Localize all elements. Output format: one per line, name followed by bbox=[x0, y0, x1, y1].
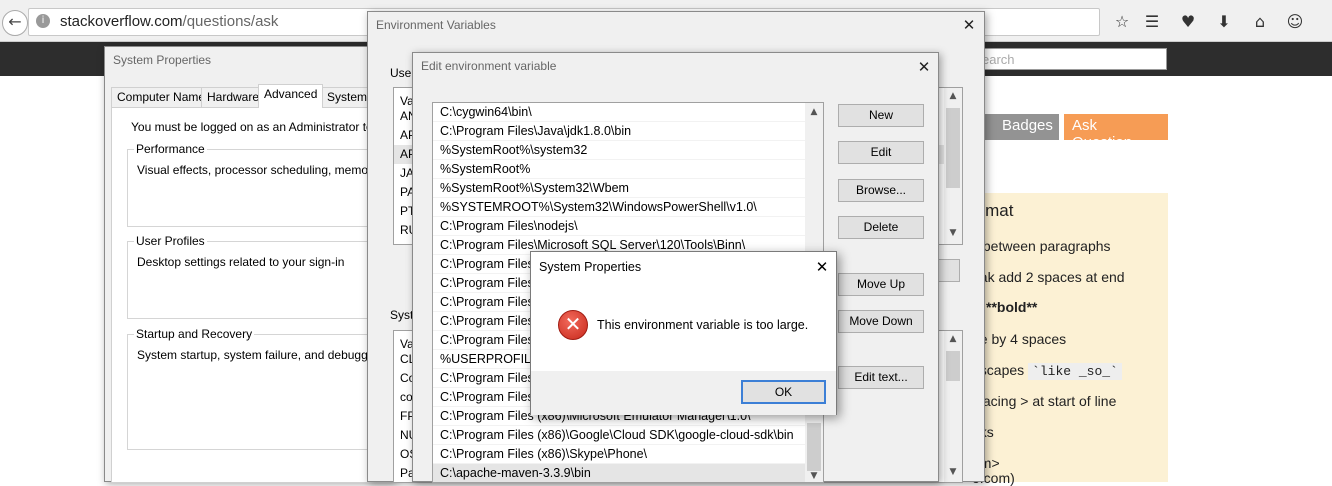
site-info-icon[interactable]: i bbox=[36, 14, 50, 28]
scroll-down-icon[interactable]: ▼ bbox=[945, 228, 961, 238]
scrollbar[interactable]: ▲ ▼ bbox=[944, 88, 962, 244]
help-line: **bold** bbox=[986, 299, 1038, 315]
error-message: This environment variable is too large. bbox=[597, 318, 809, 332]
list-item[interactable]: %SystemRoot%\system32 bbox=[433, 141, 823, 160]
error-icon: ✕ bbox=[558, 310, 588, 340]
account-icon[interactable]: ☺ bbox=[1285, 12, 1305, 32]
close-icon[interactable]: ✕ bbox=[913, 57, 935, 77]
performance-group: Performance Visual effects, processor sc… bbox=[127, 142, 407, 227]
move-up-button[interactable]: Move Up bbox=[838, 273, 924, 296]
home-icon[interactable]: ⌂ bbox=[1250, 12, 1270, 32]
help-line: de by 4 spaces bbox=[972, 331, 1067, 347]
dialog-title: System Properties bbox=[539, 260, 642, 274]
scroll-up-icon[interactable]: ▲ bbox=[806, 107, 822, 117]
list-item[interactable]: %SystemRoot% bbox=[433, 160, 823, 179]
url-host: stackoverflow.com bbox=[60, 13, 183, 30]
user-button-partial[interactable] bbox=[938, 259, 960, 282]
browse-button[interactable]: Browse... bbox=[838, 179, 924, 202]
scroll-thumb[interactable] bbox=[946, 351, 960, 381]
scroll-down-icon[interactable]: ▼ bbox=[806, 471, 822, 481]
list-item[interactable]: C:\Program Files (x86)\Google\Cloud SDK\… bbox=[433, 426, 823, 445]
group-title: User Profiles bbox=[134, 234, 207, 248]
advanced-tab-panel: You must be logged on as an Administrato… bbox=[111, 107, 407, 483]
move-down-button[interactable]: Move Down bbox=[838, 310, 924, 333]
download-icon[interactable]: ⬇ bbox=[1214, 12, 1234, 32]
url-text: stackoverflow.com/questions/ask bbox=[60, 13, 278, 30]
new-button[interactable]: New bbox=[838, 104, 924, 127]
code-sample: `like _so_` bbox=[1028, 363, 1122, 380]
scrollbar[interactable]: ▲ ▼ bbox=[944, 331, 962, 482]
ask-question-button[interactable]: Ask Question bbox=[1064, 114, 1168, 151]
scroll-down-icon[interactable]: ▼ bbox=[945, 467, 961, 477]
tab-hardware[interactable]: Hardware bbox=[201, 87, 266, 108]
startup-recovery-group: Startup and Recovery System startup, sys… bbox=[127, 327, 406, 450]
pocket-icon[interactable]: ♥ bbox=[1178, 12, 1198, 32]
window-title: Edit environment variable bbox=[421, 59, 557, 73]
bookmark-star-icon[interactable]: ☆ bbox=[1112, 12, 1132, 32]
list-item[interactable]: C:\Program Files\Java\jdk1.8.0\bin bbox=[433, 122, 823, 141]
admin-note: You must be logged on as an Administrato… bbox=[131, 120, 406, 134]
user-profiles-group: User Profiles Desktop settings related t… bbox=[127, 234, 397, 319]
close-icon[interactable]: ✕ bbox=[958, 15, 980, 35]
help-line: escapes `like _so_` bbox=[972, 362, 1122, 380]
list-item[interactable]: %SYSTEMROOT%\System32\WindowsPowerShell\… bbox=[433, 198, 823, 217]
badges-button[interactable]: Badges bbox=[994, 114, 1059, 140]
edit-button[interactable]: Edit bbox=[838, 141, 924, 164]
ok-button[interactable]: OK bbox=[741, 380, 826, 404]
window-title: Environment Variables bbox=[376, 18, 496, 32]
list-item[interactable]: C:\Program Files\nodejs\ bbox=[433, 217, 823, 236]
help-line: eak add 2 spaces at end bbox=[972, 269, 1125, 285]
close-icon[interactable]: ✕ bbox=[812, 257, 832, 277]
list-item[interactable]: C:\cygwin64\bin\ bbox=[433, 103, 823, 122]
tab-computer-name[interactable]: Computer Name bbox=[111, 87, 212, 108]
tab-advanced[interactable]: Advanced bbox=[258, 84, 324, 108]
scroll-up-icon[interactable]: ▲ bbox=[945, 91, 961, 101]
help-line: s between paragraphs bbox=[972, 238, 1111, 254]
group-title: Startup and Recovery bbox=[134, 327, 255, 341]
help-line: placing > at start of line bbox=[972, 393, 1117, 409]
system-properties-window: System Properties Computer Name Hardware… bbox=[104, 46, 407, 483]
window-title: System Properties bbox=[113, 53, 212, 67]
scroll-up-icon[interactable]: ▲ bbox=[945, 334, 961, 344]
error-dialog: System Properties ✕ ✕ This environment v… bbox=[530, 251, 837, 415]
back-arrow-icon[interactable]: ← bbox=[2, 10, 28, 36]
list-item-selected[interactable]: C:\apache-maven-3.3.9\bin bbox=[433, 464, 823, 482]
scroll-thumb[interactable] bbox=[807, 423, 821, 471]
scroll-thumb[interactable] bbox=[946, 108, 960, 188]
group-desc: Desktop settings related to your sign-in bbox=[137, 255, 345, 269]
list-item[interactable]: C:\Program Files (x86)\Skype\Phone\ bbox=[433, 445, 823, 464]
delete-button[interactable]: Delete bbox=[838, 216, 924, 239]
list-item[interactable]: %SystemRoot%\System32\Wbem bbox=[433, 179, 823, 198]
group-title: Performance bbox=[134, 142, 207, 156]
edit-text-button[interactable]: Edit text... bbox=[838, 366, 924, 389]
so-search-input[interactable]: earch bbox=[975, 48, 1167, 70]
reading-list-icon[interactable]: ☰ bbox=[1142, 12, 1162, 32]
url-path: /questions/ask bbox=[182, 13, 279, 30]
